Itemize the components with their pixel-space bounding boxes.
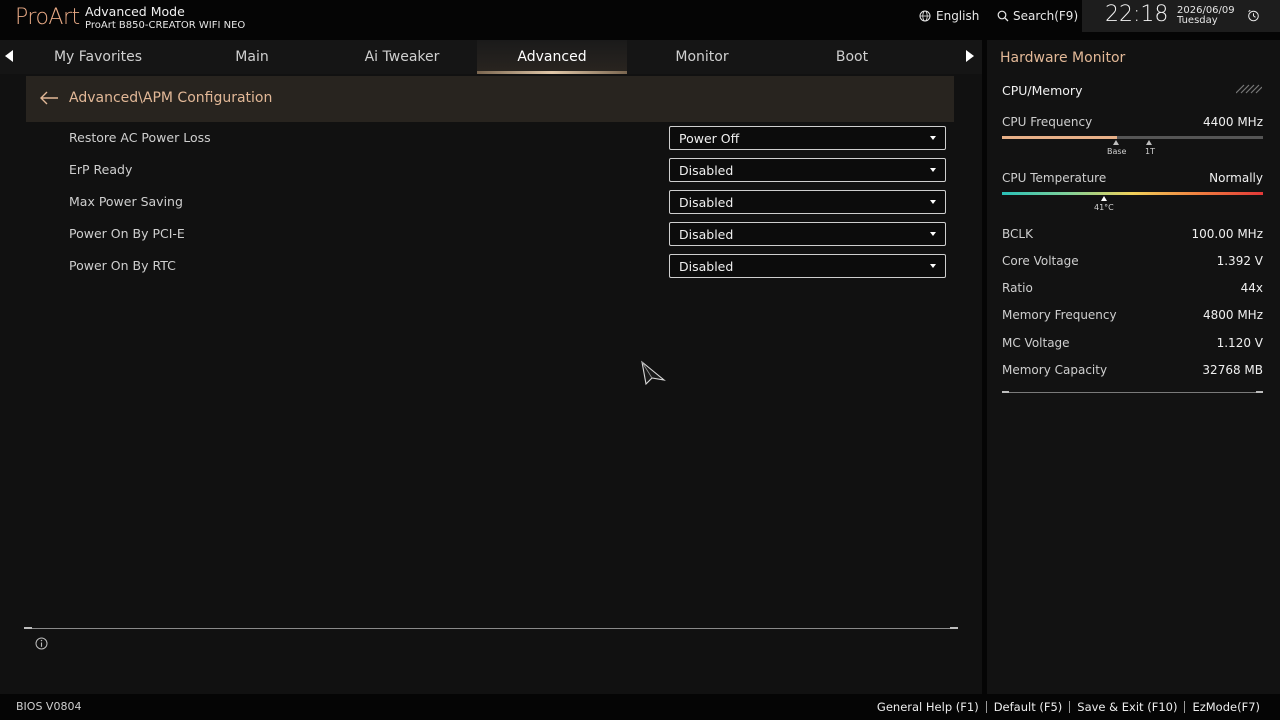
stat-value: 1.392 V [1216,254,1263,268]
base-marker-label: Base [1107,147,1127,156]
bios-version: BIOS V0804 [16,700,82,713]
setting-row-max-power-saving: Max Power Saving Disabled [0,187,982,219]
tab-bar: My Favorites Main Ai Tweaker Advanced Mo… [0,40,982,74]
stat-label: Memory Frequency [1002,308,1117,322]
search-button[interactable]: Search(F9) [997,9,1078,23]
stat-value: 1.120 V [1216,336,1263,350]
power-on-by-pcie-select[interactable]: Disabled [669,222,946,246]
language-label: English [936,9,980,23]
temperature-marker-icon [1101,196,1107,201]
dropdown-value: Disabled [679,163,734,178]
setting-label: ErP Ready [69,162,133,177]
default-button[interactable]: Default (F5) [994,700,1063,714]
tab-advanced[interactable]: Advanced [477,40,627,74]
temperature-reading: 41°C [1094,203,1114,212]
cpu-temperature-bar [1002,192,1263,195]
setting-label: Power On By PCI-E [69,226,185,241]
setting-label: Power On By RTC [69,258,176,273]
help-divider [24,627,958,629]
1t-marker-icon [1146,140,1152,145]
tab-scroll-left-icon[interactable] [5,50,13,62]
cpu-frequency-bar [1002,136,1263,139]
footer-separator [1184,701,1186,713]
stat-label: MC Voltage [1002,336,1070,350]
board-model: ProArt B850-CREATOR WIFI NEO [85,20,246,31]
hardware-monitor-title: Hardware Monitor [1000,50,1126,66]
caret-down-icon [930,200,936,204]
stat-value: 32768 MB [1202,363,1263,377]
caret-down-icon [930,264,936,268]
search-label: Search(F9) [1013,9,1079,23]
setting-row-power-on-by-rtc: Power On By RTC Disabled [0,251,982,283]
tab-monitor[interactable]: Monitor [627,40,777,74]
footer-bar: BIOS V0804 General Help (F1) Default (F5… [0,694,1280,720]
hardware-monitor-panel: Hardware Monitor CPU/Memory CPU Frequenc… [987,40,1280,694]
tab-ai-tweaker[interactable]: Ai Tweaker [327,40,477,74]
dropdown-value: Disabled [679,259,734,274]
stat-label: Memory Capacity [1002,363,1108,377]
stat-label: Ratio [1002,281,1033,295]
footer-shortcuts: General Help (F1) Default (F5) Save & Ex… [877,700,1260,714]
save-exit-button[interactable]: Save & Exit (F10) [1077,700,1177,714]
monitor-divider [1002,391,1263,393]
search-icon [997,10,1009,22]
tab-main[interactable]: Main [177,40,327,74]
clock-time: 22:18 [1105,2,1169,27]
dropdown-value: Disabled [679,227,734,242]
language-button[interactable]: English [919,9,979,23]
info-icon [35,637,48,650]
back-arrow-icon[interactable] [39,91,59,105]
setting-row-erp-ready: ErP Ready Disabled [0,155,982,187]
caret-down-icon [930,168,936,172]
restore-ac-power-loss-select[interactable]: Power Off [669,126,946,150]
cpu-temperature-value: Normally [1209,171,1263,185]
setting-label: Max Power Saving [69,194,183,209]
caret-down-icon [930,136,936,140]
alarm-clock-icon[interactable] [1247,9,1260,22]
footer-separator [1069,701,1071,713]
clock-panel[interactable]: 22:18 2026/06/09 Tuesday [1082,0,1280,32]
dropdown-value: Disabled [679,195,734,210]
setting-row-restore-ac-power-loss: Restore AC Power Loss Power Off [0,123,982,155]
stat-value: 100.00 MHz [1191,227,1263,241]
tab-scroll-right-icon[interactable] [966,50,974,62]
1t-marker-label: 1T [1145,147,1155,156]
base-marker-icon [1113,140,1119,145]
stat-value: 4800 MHz [1202,308,1263,322]
globe-icon [919,10,931,22]
cpu-frequency-label: CPU Frequency [1002,115,1093,129]
erp-ready-select[interactable]: Disabled [669,158,946,182]
stat-label: BCLK [1002,227,1033,241]
footer-separator [985,701,987,713]
tab-my-favorites[interactable]: My Favorites [23,40,173,74]
stat-value: 44x [1240,281,1263,295]
max-power-saving-select[interactable]: Disabled [669,190,946,214]
ezmode-button[interactable]: EzMode(F7) [1192,700,1260,714]
setting-label: Restore AC Power Loss [69,130,211,145]
power-on-by-rtc-select[interactable]: Disabled [669,254,946,278]
stripes-decoration-icon [1236,84,1262,94]
breadcrumb-path: Advanced\APM Configuration [69,90,273,106]
breadcrumb: Advanced\APM Configuration [26,76,954,122]
mode-label: Advanced Mode [85,4,185,19]
day-value: Tuesday [1177,15,1218,26]
cpu-temperature-label: CPU Temperature [1002,171,1107,185]
top-bar: ProArt Advanced Mode ProArt B850-CREATOR… [0,0,1280,40]
settings-panel: Advanced\APM Configuration Restore AC Po… [0,74,982,694]
tab-boot[interactable]: Boot [777,40,927,74]
stat-label: Core Voltage [1002,254,1079,268]
cpu-frequency-bar-fill [1002,136,1117,139]
mouse-cursor-icon [641,360,666,386]
setting-row-power-on-by-pcie: Power On By PCI-E Disabled [0,219,982,251]
caret-down-icon [930,232,936,236]
cpu-memory-section-title: CPU/Memory [1002,83,1083,98]
dropdown-value: Power Off [679,131,740,146]
cpu-frequency-value: 4400 MHz [1202,115,1263,129]
proart-logo: ProArt [15,5,80,30]
general-help-button[interactable]: General Help (F1) [877,700,979,714]
clock-date: 2026/06/09 Tuesday [1177,6,1235,26]
